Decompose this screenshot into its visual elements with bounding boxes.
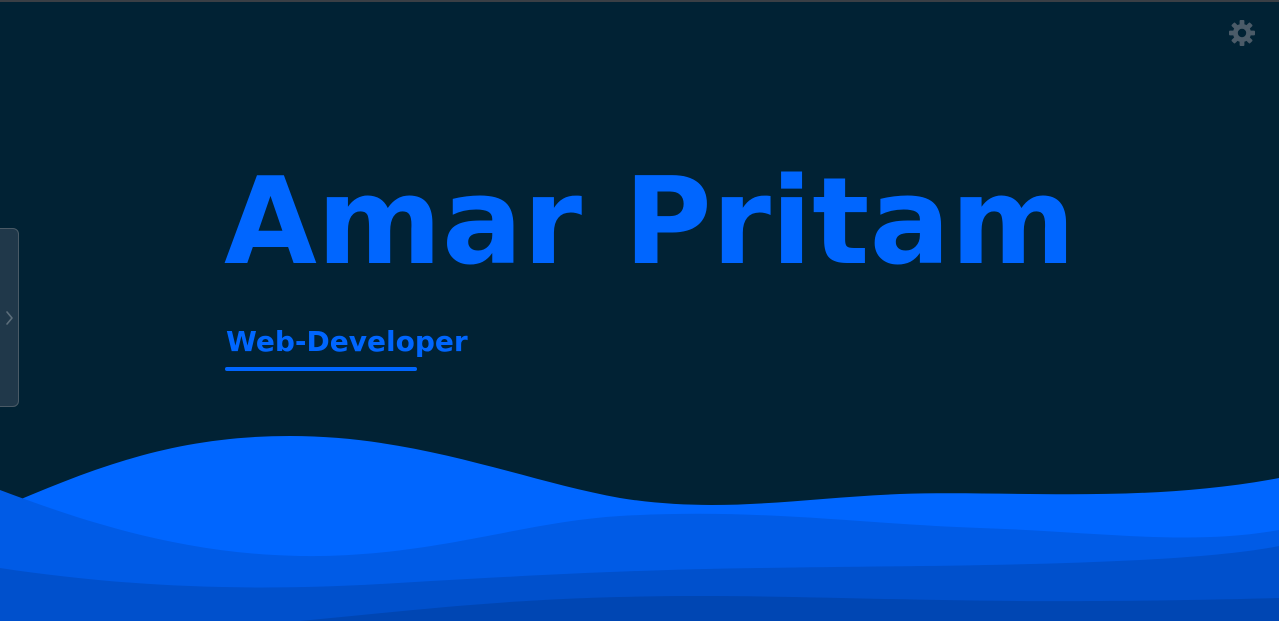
chevron-right-icon — [6, 311, 13, 325]
gear-icon — [1229, 20, 1255, 46]
role-underline — [225, 367, 417, 371]
hero-role: Web-Developer — [226, 325, 468, 358]
side-drawer-toggle[interactable] — [0, 228, 19, 407]
window-top-border — [0, 0, 1279, 2]
hero-name: Amar Pritam — [224, 153, 1076, 292]
decorative-waves — [0, 436, 1279, 621]
settings-button[interactable] — [1227, 18, 1257, 48]
